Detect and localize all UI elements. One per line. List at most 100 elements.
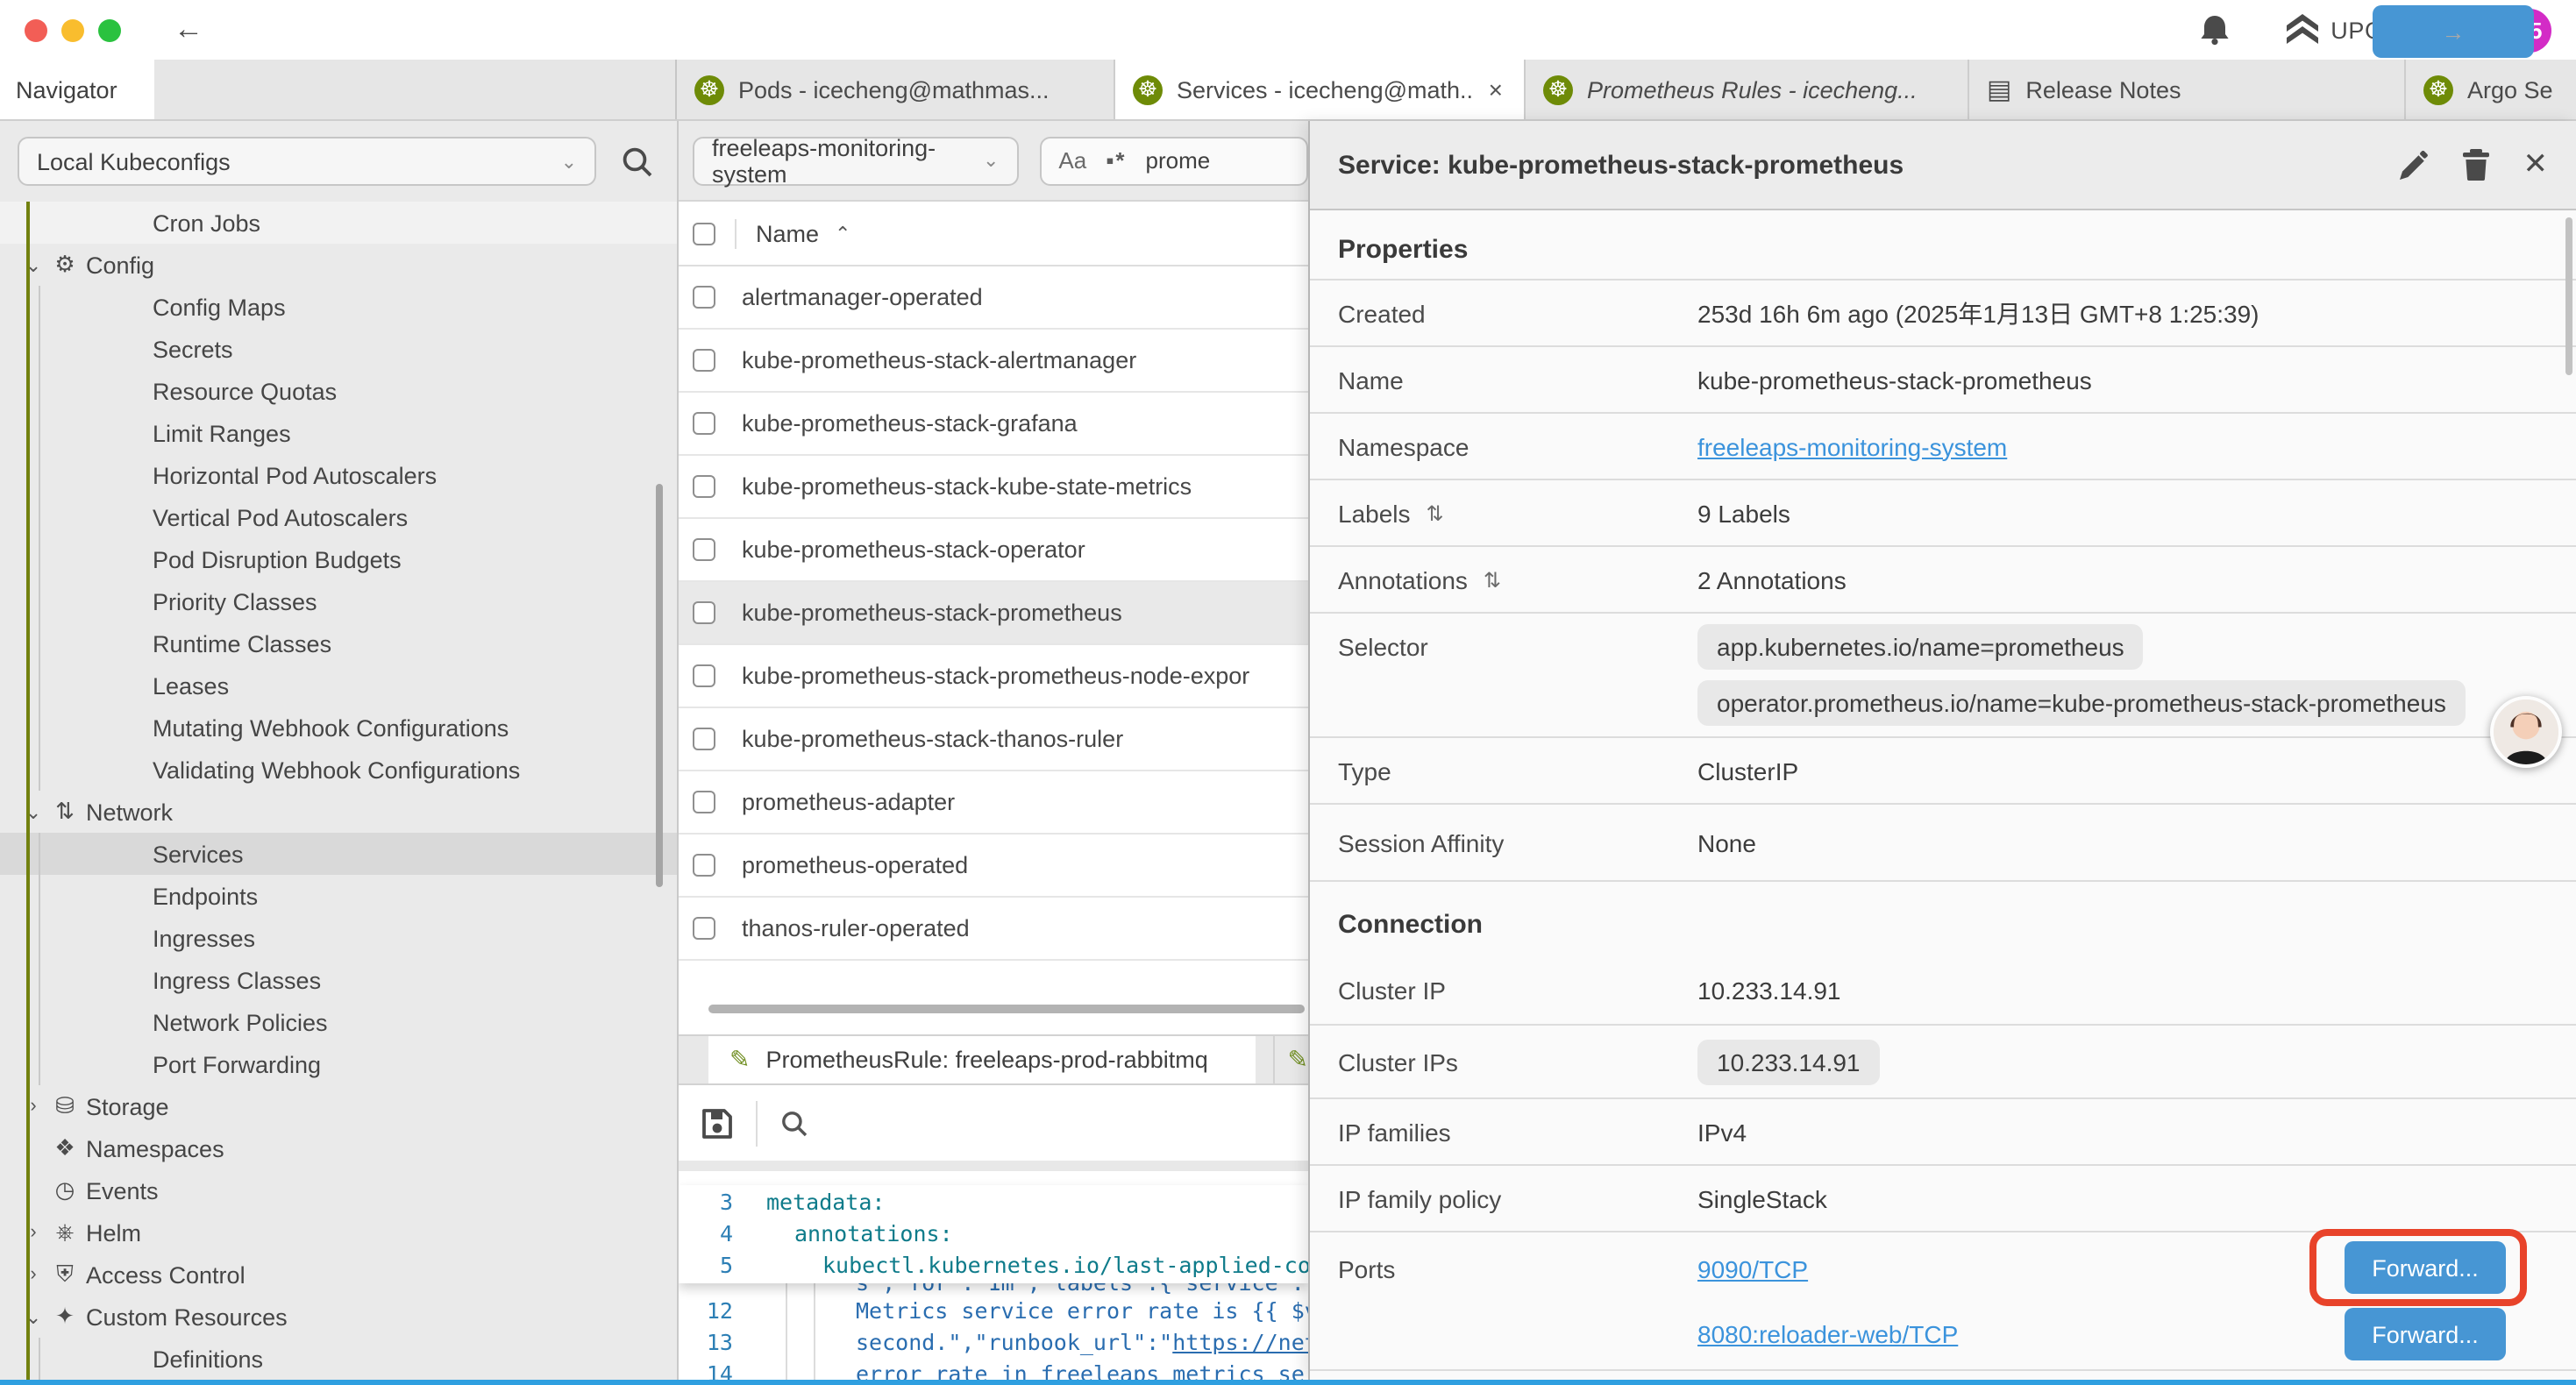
sidebar-tree-item[interactable]: ⌄ ✦ Custom Resources (0, 1296, 677, 1338)
table-row[interactable]: kube-prometheus-stack-operator (679, 519, 1308, 582)
bell-icon[interactable] (2199, 14, 2231, 46)
tree-chevron-icon[interactable]: ⌄ (18, 1305, 49, 1328)
sidebar-search-icon[interactable] (621, 145, 654, 178)
row-checkbox[interactable] (693, 538, 715, 561)
user-avatar[interactable] (2490, 696, 2562, 768)
close-window-icon[interactable] (25, 18, 47, 41)
sidebar-tree-item[interactable]: Ingress Classes (0, 959, 677, 1001)
table-row[interactable]: kube-prometheus-stack-alertmanager (679, 330, 1308, 393)
table-row[interactable]: kube-prometheus-stack-kube-state-metrics (679, 456, 1308, 519)
table-row[interactable]: prometheus-operated (679, 835, 1308, 898)
sidebar-tree-item[interactable]: Endpoints (0, 875, 677, 917)
row-checkbox[interactable] (693, 791, 715, 813)
row-checkbox[interactable] (693, 412, 715, 435)
regex-toggle[interactable]: ▪* (1106, 147, 1126, 174)
table-row[interactable]: kube-prometheus-stack-prometheus (679, 582, 1308, 645)
tree-chevron-icon[interactable]: ⌄ (18, 253, 49, 276)
sidebar-tree-item[interactable]: Port Forwarding (0, 1043, 677, 1085)
row-checkbox[interactable] (693, 917, 715, 940)
kubeconfig-select[interactable]: Local Kubeconfigs ⌄ (18, 137, 596, 186)
row-checkbox[interactable] (693, 475, 715, 498)
table-row[interactable]: kube-prometheus-stack-grafana (679, 393, 1308, 456)
tab[interactable]: ☸ Pods - icecheng@mathmas... (677, 60, 1115, 119)
tree-chevron-icon[interactable]: › (18, 1096, 49, 1117)
sidebar-tree-item[interactable]: › ⛨ Access Control (0, 1254, 677, 1296)
tree-chevron-icon[interactable]: › (18, 1264, 49, 1285)
maximize-window-icon[interactable] (98, 18, 121, 41)
tab[interactable]: ☸ Services - icecheng@math... × (1115, 60, 1526, 119)
namespace-link[interactable]: freeleaps-monitoring-system (1697, 432, 2007, 460)
row-checkbox[interactable] (693, 349, 715, 372)
tab[interactable]: ☸ Prometheus Rules - icecheng... (1526, 60, 1969, 119)
sidebar-tree-item[interactable]: Horizontal Pod Autoscalers (0, 454, 677, 496)
table-row[interactable]: alertmanager-operated (679, 266, 1308, 330)
row-checkbox[interactable] (693, 286, 715, 309)
sidebar-tree-item[interactable]: Services (0, 833, 677, 875)
port-link[interactable]: 9090/TCP (1697, 1254, 1808, 1282)
code-link[interactable]: https://net (1172, 1328, 1308, 1354)
forward-button[interactable]: Forward... (2345, 1241, 2506, 1294)
table-row[interactable]: prometheus-adapter (679, 771, 1308, 835)
close-tab-icon[interactable]: × (1485, 75, 1506, 103)
sidebar-tree-item[interactable]: Validating Webhook Configurations (0, 749, 677, 791)
tab[interactable]: ▤ Release Notes (1969, 60, 2406, 119)
sidebar-tree-item[interactable]: Pod Disruption Budgets (0, 538, 677, 580)
row-checkbox[interactable] (693, 664, 715, 687)
tree-chevron-icon[interactable]: ⌄ (18, 800, 49, 823)
sidebar-tree-item[interactable]: Cron Jobs (0, 202, 677, 244)
save-icon[interactable] (701, 1107, 733, 1139)
sidebar-tree-item[interactable]: › ⎈ Helm (0, 1211, 677, 1254)
trash-icon[interactable] (2462, 149, 2490, 181)
close-panel-icon[interactable]: ✕ (2523, 147, 2549, 182)
sidebar-tree-item[interactable]: Network Policies (0, 1001, 677, 1043)
sidebar-tree-item[interactable]: Priority Classes (0, 580, 677, 622)
sort-toggle-icon[interactable]: ⇅ (1427, 501, 1444, 525)
yaml-editor[interactable]: 3 metadata: 4 annotations: 5 kubectl.kub… (679, 1171, 1308, 1380)
name-column-header[interactable]: Name (756, 220, 819, 246)
table-row[interactable]: kube-prometheus-stack-prometheus-node-ex… (679, 645, 1308, 708)
table-row[interactable]: thanos-ruler-operated (679, 898, 1308, 961)
sidebar-tree-item[interactable]: Vertical Pod Autoscalers (0, 496, 677, 538)
row-checkbox[interactable] (693, 854, 715, 877)
sidebar-tree-item[interactable]: Mutating Webhook Configurations (0, 707, 677, 749)
forward-button[interactable]: Forward... (2345, 1308, 2506, 1360)
sidebar-tree-item[interactable]: ⌄ ⇅ Network (0, 791, 677, 833)
sidebar-tree-item[interactable]: Leases (0, 664, 677, 707)
back-arrow-icon[interactable]: ← (174, 12, 203, 47)
sidebar-tree-item[interactable]: › ⛁ Storage (0, 1085, 677, 1127)
forward-arrow-icon[interactable]: → (2373, 5, 2534, 58)
editor-tab-partial[interactable]: ✎ (1274, 1036, 1308, 1083)
port-link[interactable]: 8080:reloader-web/TCP (1697, 1319, 1958, 1347)
sidebar-tree-item[interactable]: Secrets (0, 328, 677, 370)
sidebar-tree-item[interactable]: Config Maps (0, 286, 677, 328)
sidebar-tree-item[interactable]: Definitions (0, 1338, 677, 1380)
sidebar-scrollbar[interactable] (656, 484, 663, 887)
sidebar-tree-item[interactable]: Runtime Classes (0, 622, 677, 664)
minimize-window-icon[interactable] (61, 18, 84, 41)
row-checkbox[interactable] (693, 728, 715, 750)
tab[interactable]: ☸ Argo Se (2406, 60, 2576, 119)
labels-count[interactable]: 9 Labels (1697, 499, 1790, 527)
sort-toggle-icon[interactable]: ⇅ (1484, 567, 1501, 592)
annotations-count[interactable]: 2 Annotations (1697, 565, 1847, 593)
sidebar-tree-item[interactable]: ⌄ ⚙ Config (0, 244, 677, 286)
select-all-checkbox[interactable] (693, 222, 715, 245)
match-case-toggle[interactable]: Aa (1058, 147, 1086, 174)
sidebar-tree-item[interactable]: Ingresses (0, 917, 677, 959)
sidebar-tree-item[interactable]: ❖ Namespaces (0, 1127, 677, 1169)
filter-search-input[interactable]: Aa ▪* prome (1039, 136, 1308, 185)
row-checkbox[interactable] (693, 601, 715, 624)
horizontal-scrollbar[interactable] (708, 1005, 1305, 1013)
editor-tab[interactable]: ✎ PrometheusRule: freeleaps-prod-rabbitm… (708, 1036, 1256, 1083)
sidebar-tree-item[interactable]: Resource Quotas (0, 370, 677, 412)
sort-ascending-icon[interactable]: ⌃ (835, 222, 850, 245)
tree-chevron-icon[interactable]: › (18, 1222, 49, 1243)
sidebar-tree-item[interactable]: Limit Ranges (0, 412, 677, 454)
table-row[interactable]: kube-prometheus-stack-thanos-ruler (679, 708, 1308, 771)
namespace-select[interactable]: freeleaps-monitoring-system ⌄ (693, 136, 1018, 185)
detail-scrollbar[interactable] (2565, 217, 2572, 375)
tab-navigator[interactable]: Navigator (0, 60, 154, 119)
editor-search-icon[interactable] (780, 1109, 808, 1137)
sidebar-tree-item[interactable]: ◷ Events (0, 1169, 677, 1211)
edit-pencil-icon[interactable] (2399, 150, 2429, 180)
